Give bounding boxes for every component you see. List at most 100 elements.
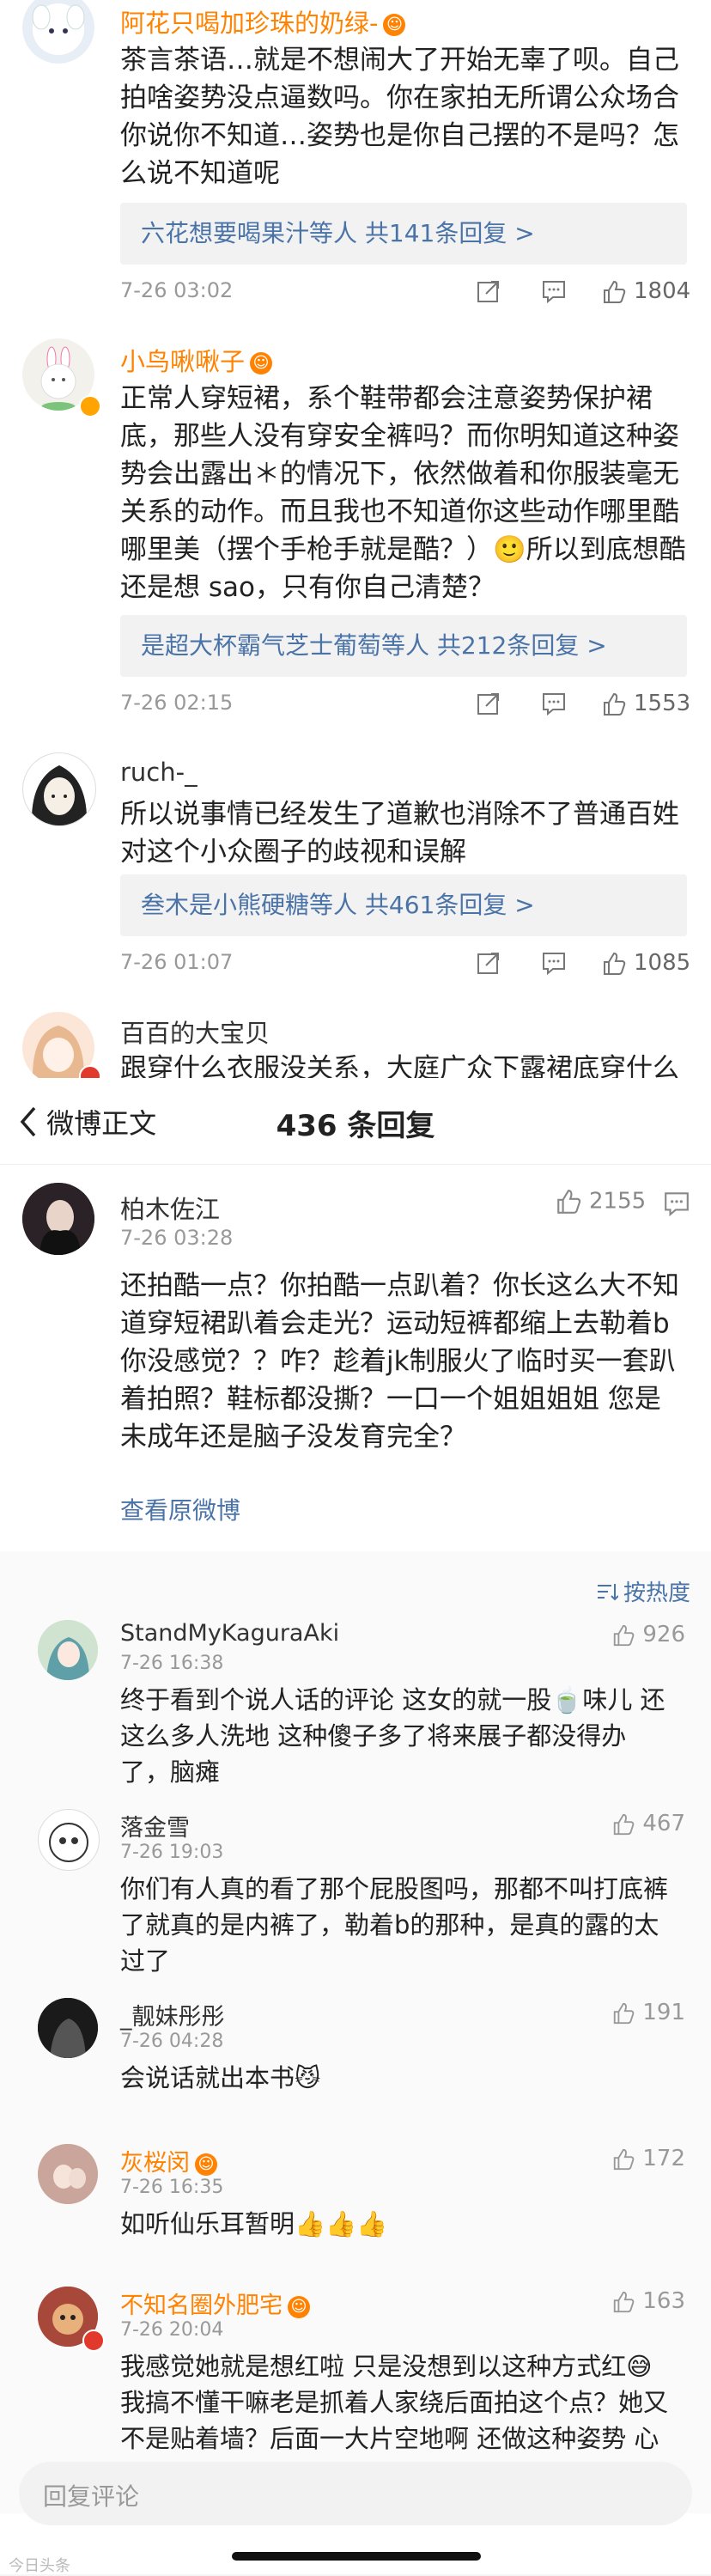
commenter-name[interactable]: ruch-_ [120, 758, 198, 787]
reply-text: 如听仙乐耳暂明👍👍👍 [120, 2209, 388, 2238]
avatar[interactable] [22, 1183, 94, 1255]
avatar[interactable] [22, 752, 96, 826]
replies-section: 按热度 StandMyKaguraAki 7-26 16:38 926 终于看到… [0, 1551, 711, 2513]
vip-badge-icon: ☺ [250, 352, 273, 375]
like-button[interactable]: 1553 [601, 691, 690, 717]
like-button[interactable]: 467 [611, 1811, 685, 1836]
commenter-name[interactable]: 落金雪 [120, 1809, 190, 1842]
comment-time: 7-26 03:28 [120, 1226, 234, 1250]
commenter-name[interactable]: StandMyKaguraAki [120, 1620, 339, 1647]
reply-text: 我感觉她就是想红啦 只是没想到以这种方式红😅我搞不懂干嘛老是抓着人家绕后面拍这个… [120, 2352, 669, 2453]
vip-badge-icon: ☺ [288, 2295, 310, 2318]
comment-meta: 7-26 03:02 1804 [120, 278, 711, 313]
badge-icon [79, 1065, 101, 1078]
like-count: 467 [642, 1811, 685, 1836]
comment-time: 7-26 20:04 [120, 2319, 224, 2341]
avatar[interactable] [38, 1809, 100, 1871]
replies-summary[interactable]: 是超大杯霸气芝士葡萄等人 共212条回复 > [120, 615, 687, 677]
vip-badge-icon: ☺ [195, 2153, 217, 2176]
thumb-up-icon [614, 2148, 635, 2170]
reply-input[interactable]: 回复评论 [19, 2462, 692, 2525]
thumb-up-icon [614, 1624, 635, 1646]
comment-meta: 7-26 01:07 1085 [120, 950, 711, 984]
avatar[interactable] [22, 0, 94, 64]
like-button[interactable]: 1804 [601, 278, 690, 305]
comment-time: 7-26 04:28 [120, 2031, 224, 2052]
avatar[interactable] [38, 1998, 98, 2058]
comment-text: 跟穿什么衣服没关系，大庭广众下露裙底穿什么 [120, 1053, 679, 1078]
comment-item: 阿花只喝加珍珠的奶绿- ☺ 茶言茶语…就是不想闹大了开始无辜了呗。自己拍啥姿势没点… [0, 0, 711, 309]
like-count: 1553 [634, 691, 691, 716]
comment-icon[interactable] [663, 1190, 690, 1221]
watermark: 今日头条 [9, 2557, 70, 2575]
verified-badge-icon [79, 395, 101, 417]
like-count: 2155 [589, 1188, 647, 1215]
thumb-up-icon [614, 2291, 635, 2312]
share-icon[interactable] [476, 691, 501, 722]
replies-summary[interactable]: 叁木是小熊硬糖等人 共461条回复 > [120, 874, 687, 936]
reply-panel: 微博正文 436 条回复 柏木佐江 7-26 03:28 2155 还拍酷一点？… [0, 1078, 711, 2575]
commenter-name[interactable]: 不知名圈外肥宅 ☺ [120, 2287, 310, 2320]
like-button[interactable]: 2155 [555, 1188, 646, 1215]
comment-text: 正常人穿短裙，系个鞋带都会注意姿势保护裙底，那些人没有穿安全裤吗？而你明知道这种… [120, 383, 686, 603]
comment-text: 还拍酷一点？你拍酷一点趴着？你长这么大不知道穿短裙趴着会走光？运动短裤都缩上去勒… [120, 1270, 679, 1452]
home-indicator [232, 2552, 481, 2561]
replies-summary[interactable]: 六花想要喝果汁等人 共141条回复 > [120, 203, 687, 265]
like-button[interactable]: 191 [611, 2000, 685, 2025]
share-icon[interactable] [476, 278, 501, 310]
like-button[interactable]: 163 [611, 2288, 685, 2314]
page-title: 436 条回复 [276, 1109, 435, 1143]
thumb-up-icon [557, 1190, 581, 1214]
vip-badge-icon: ☺ [383, 14, 406, 36]
commenter-name[interactable]: 阿花只喝加珍珠的奶绿- ☺ [120, 3, 406, 40]
avatar[interactable] [38, 2144, 98, 2204]
comment-icon[interactable] [541, 691, 567, 722]
like-button[interactable]: 1085 [601, 950, 690, 977]
comment-time: 7-26 01:07 [120, 950, 234, 974]
comment-meta: 7-26 02:15 1553 [120, 691, 711, 725]
like-count: 163 [642, 2288, 685, 2314]
comment-feed: 阿花只喝加珍珠的奶绿- ☺ 茶言茶语…就是不想闹大了开始无辜了呗。自己拍啥姿势没点… [0, 0, 711, 1078]
reply-header: 微博正文 436 条回复 [0, 1078, 711, 1165]
comment-item: 百百的大宝贝 跟穿什么衣服没关系，大庭广众下露裙底穿什么 [0, 1005, 711, 1078]
commenter-name[interactable]: _靓妹彤彤 [120, 1998, 225, 2031]
comment-time: 7-26 03:02 [120, 278, 234, 302]
like-count: 1804 [634, 278, 691, 304]
sort-button[interactable]: 按热度 [596, 1575, 690, 1607]
reply-text: 你们有人真的看了那个屁股图吗，那都不叫打底裤了就真的是内裤了，勒着b的那种，是真… [120, 1874, 669, 1976]
thumb-up-icon [604, 280, 626, 303]
sort-label: 按热度 [623, 1580, 690, 1606]
commenter-name[interactable]: 柏木佐江 [120, 1190, 220, 1226]
reply-text: 会说话就出本书😼 [120, 2063, 321, 2092]
sort-icon [597, 1583, 619, 1600]
thumb-up-icon [604, 952, 626, 975]
like-count: 1085 [634, 950, 691, 976]
commenter-name[interactable]: 百百的大宝贝 [120, 1014, 270, 1050]
like-button[interactable]: 926 [611, 1622, 685, 1647]
like-count: 172 [642, 2146, 685, 2171]
comment-text: 所以说事情已经发生了道歉也消除不了普通百姓对这个小众圈子的歧视和误解 [120, 799, 679, 868]
main-comment: 柏木佐江 7-26 03:28 2155 还拍酷一点？你拍酷一点趴着？你长这么大… [0, 1164, 711, 1551]
like-count: 191 [642, 2000, 685, 2025]
comment-item: 小鸟啾啾子 ☺ 正常人穿短裙，系个鞋带都会注意姿势保护裙底，那些人没有穿安全裤吗？… [0, 335, 711, 739]
comment-icon[interactable] [541, 950, 567, 982]
comment-time: 7-26 19:03 [120, 1842, 224, 1863]
share-icon[interactable] [476, 950, 501, 982]
reply-text: 终于看到个说人话的评论 这女的就一股🍵味儿 还这么多人洗地 这种傻子多了将来展子… [120, 1685, 665, 1787]
badge-icon [82, 2329, 105, 2352]
view-original-link[interactable]: 查看原微博 [120, 1492, 240, 1526]
commenter-name[interactable]: 灰桜闵 ☺ [120, 2144, 217, 2177]
thumb-up-icon [614, 1813, 635, 1835]
thumb-up-icon [614, 2002, 635, 2024]
like-count: 926 [642, 1622, 685, 1647]
comment-text: 茶言茶语…就是不想闹大了开始无辜了呗。自己拍啥姿势没点逼数吗。你在家拍无所谓公众… [120, 45, 679, 189]
comment-item: ruch-_ 所以说事情已经发生了道歉也消除不了普通百姓对这个小众圈子的歧视和误… [0, 747, 711, 996]
reply-input-placeholder: 回复评论 [43, 2482, 140, 2511]
comment-time: 7-26 16:35 [120, 2177, 224, 2198]
avatar[interactable] [38, 1620, 98, 1680]
thumb-up-icon [604, 692, 626, 716]
commenter-name[interactable]: 小鸟啾啾子 ☺ [120, 342, 273, 378]
comment-icon[interactable] [541, 278, 567, 310]
like-button[interactable]: 172 [611, 2146, 685, 2171]
comment-time: 7-26 02:15 [120, 691, 234, 715]
